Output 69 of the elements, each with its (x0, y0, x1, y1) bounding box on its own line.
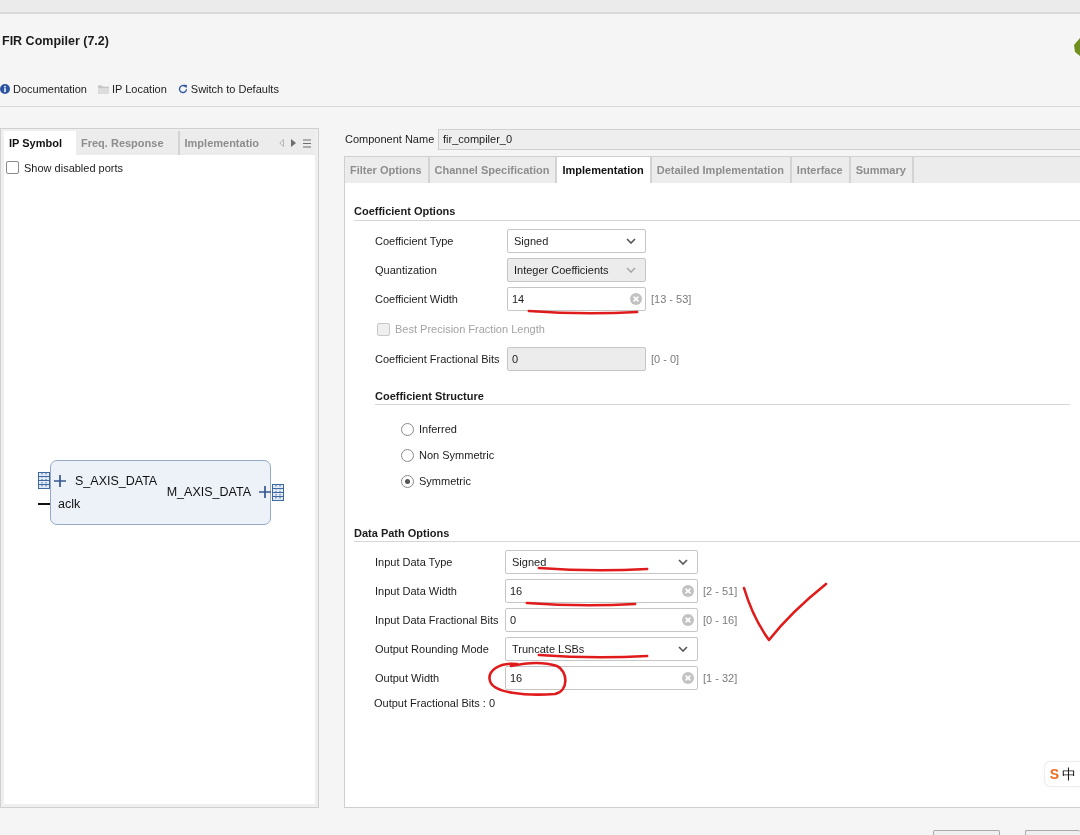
radio-label: Non Symmetric (419, 449, 495, 461)
section-title: Coefficient Options (354, 205, 456, 217)
window-title: FIR Compiler (7.2) (2, 34, 109, 49)
input-method-bar[interactable]: S 中 (1044, 762, 1080, 786)
scroll-left-icon[interactable] (279, 139, 284, 147)
input-field[interactable]: 16 (505, 666, 698, 690)
plus-icon[interactable] (54, 475, 66, 487)
field-label: Coefficient Fractional Bits (375, 353, 501, 365)
toolbar-button[interactable]: Documentation (0, 82, 87, 96)
info-text: Output Fractional Bits : 0 (374, 697, 496, 710)
checkbox-label: Best Precision Fraction Length (395, 323, 545, 335)
input-field[interactable]: 14 (507, 287, 646, 311)
radio-label: Inferred (419, 423, 457, 435)
field-label: Output Width (375, 672, 441, 684)
field-label: Input Data Type (375, 556, 454, 568)
field-label: Input Data Fractional Bits (375, 614, 500, 626)
dialog-button[interactable] (933, 830, 1000, 835)
toolbar-button[interactable]: Switch to Defaults (177, 82, 279, 96)
dropdown[interactable]: Signed (505, 550, 698, 574)
port-label: S_AXIS_DATA (75, 474, 158, 489)
chevron-down-icon (678, 646, 688, 652)
input-field[interactable]: 16 (505, 579, 698, 603)
chevron-down-icon (678, 559, 688, 565)
ime-mode: 中 (1062, 766, 1076, 782)
tab[interactable]: Implementation (557, 157, 652, 183)
bus-port-icon (38, 472, 50, 489)
radio-button[interactable] (401, 422, 414, 436)
ime-logo: S (1049, 766, 1059, 782)
port-label: M_AXIS_DATA (166, 485, 251, 500)
radio-label: Symmetric (419, 475, 471, 487)
toolbar-button[interactable]: IP Location (98, 82, 167, 96)
field-label: Output Rounding Mode (375, 643, 490, 655)
dialog-button[interactable] (1025, 830, 1080, 835)
chevron-down-icon (626, 238, 636, 244)
range-hint: [13 - 53] (651, 293, 692, 305)
field-label: Coefficient Type (375, 235, 455, 247)
folder-icon (98, 84, 109, 94)
dropdown[interactable]: Signed (507, 229, 646, 253)
clear-icon[interactable] (682, 672, 694, 684)
refresh-icon (177, 84, 188, 94)
checkbox[interactable] (6, 161, 19, 174)
radio-button[interactable] (401, 474, 414, 488)
range-hint: [0 - 16] (703, 614, 738, 626)
dropdown[interactable]: Truncate LSBs (505, 637, 698, 661)
field-label: Coefficient Width (375, 293, 459, 305)
bus-port-icon (272, 484, 284, 501)
checkbox-label: Show disabled ports (24, 161, 124, 174)
scroll-right-icon[interactable] (291, 139, 296, 147)
menu-icon[interactable] (303, 138, 311, 148)
tab[interactable]: IP Symbol (4, 131, 76, 155)
field-label: Input Data Width (375, 585, 458, 597)
range-hint: [2 - 51] (703, 585, 738, 597)
radio-button[interactable] (401, 448, 414, 462)
clear-icon[interactable] (682, 614, 694, 626)
text-field[interactable]: fir_compiler_0 (438, 128, 1080, 150)
range-hint: [1 - 32] (703, 672, 738, 684)
port-label: aclk (58, 497, 81, 512)
logo-icon (1074, 38, 1080, 56)
clear-icon[interactable] (630, 293, 642, 305)
input-field[interactable]: 0 (505, 608, 698, 632)
plus-icon[interactable] (259, 486, 271, 498)
range-hint: [0 - 0] (651, 353, 680, 365)
section-title: Data Path Options (354, 527, 450, 539)
field-label: Component Name (344, 133, 436, 145)
field-label: Quantization (375, 264, 438, 276)
chevron-down-icon (626, 267, 636, 273)
clear-icon[interactable] (682, 585, 694, 597)
group-title: Coefficient Structure (375, 390, 484, 402)
ip-block[interactable] (50, 460, 271, 525)
